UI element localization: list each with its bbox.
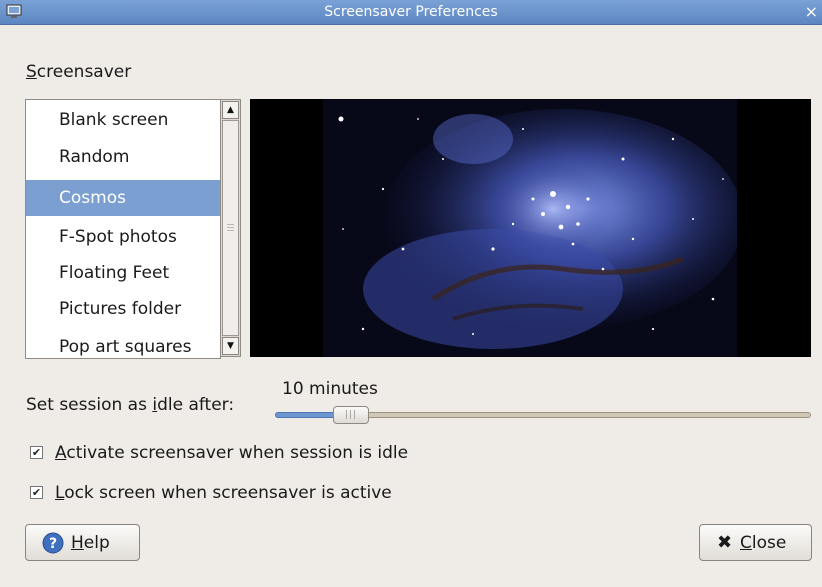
screensaver-preview: [250, 99, 811, 357]
list-item[interactable]: Blank screen: [26, 102, 220, 138]
close-icon[interactable]: ×: [805, 2, 818, 21]
close-label: Close: [740, 533, 787, 553]
list-item-selected[interactable]: Cosmos: [26, 180, 220, 216]
scrollbar-thumb[interactable]: [222, 120, 239, 336]
activate-checkbox[interactable]: ✔: [30, 446, 43, 459]
svg-text:?: ?: [49, 536, 57, 552]
close-x-icon: ✖: [717, 532, 733, 553]
list-item[interactable]: Pictures folder: [26, 291, 220, 327]
help-label: Help: [71, 533, 110, 553]
idle-label: Set session as idle after:: [26, 395, 235, 415]
close-button[interactable]: ✖ Close: [699, 524, 812, 561]
slider-thumb[interactable]: |||: [333, 406, 369, 424]
list-item[interactable]: Random: [26, 139, 220, 175]
list-item[interactable]: Floating Feet: [26, 255, 220, 291]
screensaver-label: Screensaver: [26, 62, 132, 82]
cosmos-preview-image: [323, 99, 737, 357]
list-item[interactable]: F-Spot photos: [26, 219, 220, 255]
scroll-down-arrow-icon[interactable]: ▼: [222, 337, 239, 355]
screensaver-list[interactable]: Blank screen Random Cosmos F-Spot photos…: [25, 99, 221, 359]
lock-checkbox[interactable]: ✔: [30, 486, 43, 499]
window-title: Screensaver Preferences: [324, 4, 498, 20]
scroll-up-arrow-icon[interactable]: ▲: [222, 101, 239, 119]
idle-value: 10 minutes: [282, 379, 378, 399]
help-icon: ?: [42, 532, 64, 554]
activate-label[interactable]: Activate screensaver when session is idl…: [55, 443, 408, 463]
idle-slider[interactable]: |||: [275, 405, 811, 427]
help-button[interactable]: ? Help: [25, 524, 140, 561]
lock-label[interactable]: Lock screen when screensaver is active: [55, 483, 392, 503]
list-scrollbar[interactable]: ▲ ▼: [220, 99, 241, 357]
list-item[interactable]: Pop art squares: [26, 329, 220, 358]
title-bar[interactable]: Screensaver Preferences ×: [0, 0, 822, 25]
